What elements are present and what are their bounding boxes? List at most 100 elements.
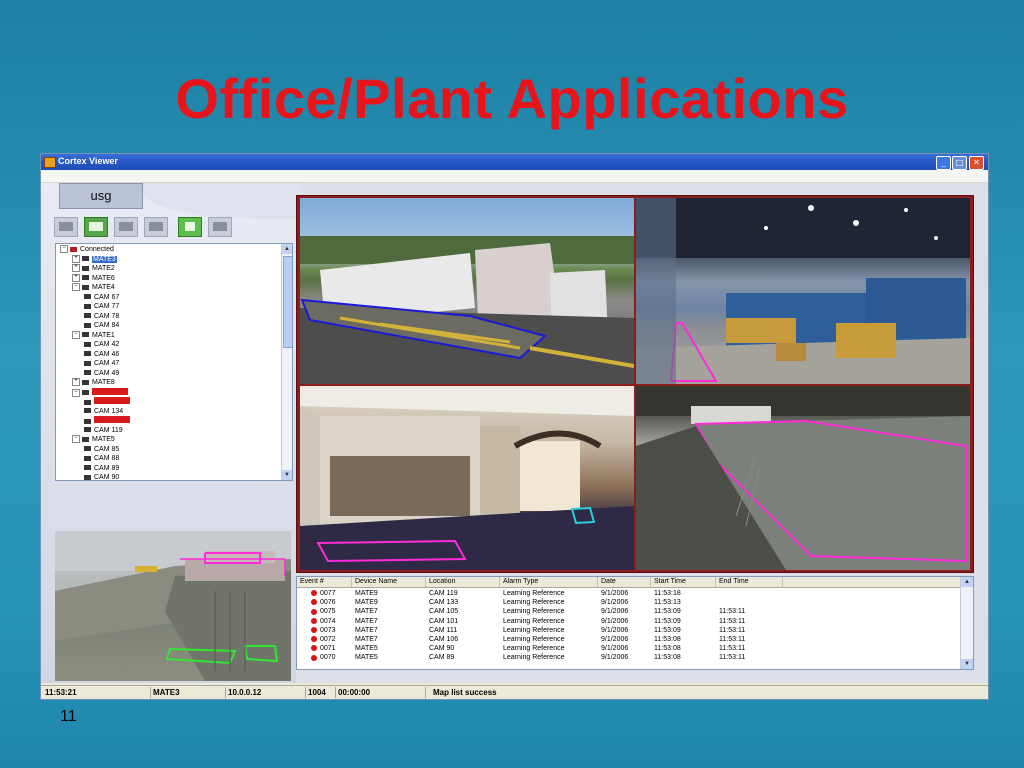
table-row[interactable]: 0075 MATE7 CAM 105 Learning Reference 9/1/20… (297, 607, 957, 616)
table-cell (716, 598, 783, 607)
device-icon (82, 332, 89, 338)
alarm-status-icon (311, 617, 317, 624)
table-row[interactable]: 0077 MATE9 CAM 119 Learning Reference 9/1/20… (297, 589, 957, 598)
tree-item[interactable]: CAM 134 (84, 407, 123, 416)
tree-item[interactable]: CAM 85 (84, 445, 119, 454)
tree-item[interactable]: − Connected (60, 245, 114, 254)
tree-item[interactable]: CAM 119 (84, 426, 123, 435)
table-cell: Learning Reference (503, 654, 565, 662)
table-cell: 9/1/2006 (601, 626, 629, 634)
tree-item[interactable]: − MATE5 (72, 435, 115, 444)
single-view-icon[interactable] (54, 217, 78, 237)
table-row[interactable]: 0072 MATE7 CAM 106 Learning Reference 9/1/20… (297, 635, 957, 644)
table-cell: 11:53:09 (654, 626, 681, 634)
minimize-button[interactable]: _ (936, 156, 951, 170)
alarm-status-icon (311, 599, 317, 606)
table-cell: 9/1/2006 (601, 645, 629, 653)
table-cell: 11:53:11 (719, 654, 746, 662)
table-row[interactable]: 0076 MATE9 CAM 133 Learning Reference 9/1/20… (297, 598, 957, 607)
collapse-icon[interactable]: − (72, 283, 80, 292)
tree-item[interactable]: − MATE4 (72, 283, 115, 292)
tree-item[interactable] (84, 397, 130, 406)
device-tree[interactable]: ▲ ▼ − Connected + MATE3 + MATE2 + MATE6− MATE4 CA… (55, 243, 293, 481)
camera-view-office[interactable] (300, 386, 634, 570)
table-cell: 11:53:11 (719, 626, 746, 634)
tree-scrollbar[interactable]: ▲ ▼ (281, 244, 292, 480)
tree-item-label: CAM 84 (94, 322, 120, 329)
alarm-event-table[interactable]: Event # Device Name Location Alarm Type Date… (296, 576, 974, 670)
tree-item[interactable]: CAM 46 (84, 350, 119, 359)
column-header[interactable]: Location (426, 577, 500, 587)
scroll-thumb[interactable] (283, 256, 292, 348)
tree-item-label: MATE1 (92, 331, 115, 339)
column-header[interactable]: Device Name (352, 577, 426, 587)
column-header[interactable]: Start Time (651, 577, 716, 587)
expand-icon[interactable]: + (72, 254, 80, 263)
collapse-icon[interactable]: − (72, 435, 80, 444)
device-icon (82, 256, 89, 262)
tree-item[interactable]: CAM 84 (84, 321, 119, 330)
tree-item[interactable]: CAM 89 (84, 464, 119, 473)
camera-icon (84, 341, 91, 347)
tree-item[interactable]: CAM 49 (84, 369, 119, 378)
tree-item[interactable]: CAM 78 (84, 312, 119, 321)
window-titlebar[interactable]: Cortex Viewer _ □ ✕ (41, 154, 988, 170)
expand-icon[interactable]: + (72, 273, 80, 282)
table-scrollbar[interactable]: ▲ ▼ (960, 577, 973, 669)
tree-item-label: MATE8 (92, 379, 115, 386)
tree-item[interactable]: CAM 90 (84, 473, 119, 480)
collapse-icon[interactable]: − (72, 330, 80, 339)
nine-view-icon[interactable] (144, 217, 168, 237)
collapse-icon[interactable]: − (72, 388, 80, 397)
table-row[interactable]: 0074 MATE7 CAM 101 Learning Reference 9/1/20… (297, 617, 957, 626)
table-row[interactable]: 0070 MATE5 CAM 89 Learning Reference 9/1/200… (297, 653, 957, 662)
camera-view-outdoor-tanks[interactable] (300, 198, 634, 384)
six-view-icon[interactable] (114, 217, 138, 237)
table-row[interactable]: 0071 MATE5 CAM 90 Learning Reference 9/1/200… (297, 644, 957, 653)
camera-view-parking-lot[interactable] (636, 386, 970, 570)
table-scroll-up-icon[interactable]: ▲ (961, 577, 973, 587)
tree-item[interactable]: CAM 67 (84, 293, 119, 302)
tree-item[interactable]: + MATE8 (72, 378, 115, 387)
column-header[interactable]: Alarm Type (500, 577, 598, 587)
tree-item[interactable] (84, 416, 130, 425)
table-cell: 11:53:11 (719, 645, 746, 653)
tree-item[interactable]: − (72, 387, 128, 397)
tree-item[interactable]: + MATE3 (72, 254, 117, 264)
camera-view-plant-floor[interactable] (636, 198, 970, 384)
tree-item[interactable]: CAM 88 (84, 454, 119, 463)
column-header[interactable]: Event # (297, 577, 352, 587)
left-panel: usg ▲ ▼ − Connected + MATE3 + MATE2 + MATE6− MAT… (41, 183, 301, 683)
expand-icon[interactable]: + (72, 264, 80, 273)
tree-item[interactable]: − MATE1 (72, 330, 115, 340)
status-message: Map list success (433, 688, 497, 697)
table-cell: CAM 111 (429, 626, 458, 634)
tree-item[interactable]: CAM 42 (84, 340, 119, 349)
site-map-camera-view[interactable] (55, 531, 291, 681)
expand-icon[interactable]: + (72, 378, 80, 387)
camera-image-1 (300, 236, 634, 384)
quad-view-icon[interactable] (84, 217, 108, 237)
tree-item[interactable]: CAM 77 (84, 302, 119, 311)
camera-icon (84, 313, 91, 319)
scroll-down-icon[interactable]: ▼ (282, 470, 292, 480)
close-button[interactable]: ✕ (969, 156, 984, 170)
map-view-icon[interactable] (208, 217, 232, 237)
alarm-status-icon (311, 608, 317, 615)
tree-item-label (92, 387, 128, 395)
tree-item[interactable]: + MATE6 (72, 273, 115, 283)
device-icon (82, 390, 89, 396)
collapse-icon[interactable]: − (60, 245, 68, 254)
maximize-button[interactable]: □ (952, 156, 967, 170)
table-cell: 11:53:08 (654, 654, 681, 662)
table-scroll-down-icon[interactable]: ▼ (961, 659, 973, 669)
device-icon (82, 284, 89, 290)
tree-item[interactable]: CAM 47 (84, 359, 119, 368)
column-header[interactable]: Date (598, 577, 651, 587)
column-header[interactable]: End Time (716, 577, 783, 587)
table-row[interactable]: 0073 MATE7 CAM 111 Learning Reference 9/1/20… (297, 626, 957, 635)
scroll-up-icon[interactable]: ▲ (282, 244, 292, 254)
table-cell: 9/1/2006 (601, 608, 629, 616)
tree-view-icon[interactable] (178, 217, 202, 237)
tree-item[interactable]: + MATE2 (72, 264, 115, 273)
